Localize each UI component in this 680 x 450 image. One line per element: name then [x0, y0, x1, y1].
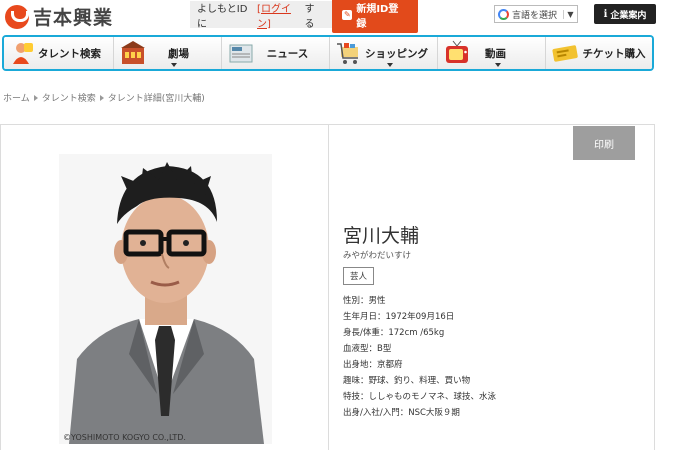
nav-item-shopping[interactable]: ショッピング — [330, 37, 438, 69]
corporate-info-label: 企業案内 — [610, 10, 647, 21]
detail-origin: 出身/入社/入門：NSC大阪９期 — [343, 408, 460, 418]
register-id-button[interactable]: ✎ 新規ID登録 — [332, 0, 418, 33]
tv-icon — [446, 40, 468, 63]
login-prompt: よしもとIDに [ログイン] する ✎ 新規ID登録 — [190, 0, 418, 33]
breadcrumb-talent-search[interactable]: タレント検索 — [42, 91, 96, 104]
detail-hometown: 出身地：京都府 — [343, 360, 403, 370]
yoshimoto-logo-icon — [5, 4, 29, 29]
photo-copyright: ©YOSHIMOTO KOGYO CO.,LTD. — [63, 433, 186, 442]
chevron-down-icon — [494, 63, 501, 67]
talent-details: 性別：男性 生年月日：1972年09月16日 身長/体重：172cm /65kg… — [343, 293, 496, 421]
detail-height-weight: 身長/体重：172cm /65kg — [343, 328, 445, 338]
talent-icon — [13, 43, 33, 64]
language-label: 言語を選択 — [512, 10, 558, 21]
talent-profile-panel: ©YOSHIMOTO KOGYO CO.,LTD. 印刷 宮川大輔 みやがわだい… — [0, 124, 655, 450]
breadcrumb-current: タレント詳細(宮川大輔) — [107, 94, 205, 104]
cart-icon — [337, 43, 358, 64]
talent-name: 宮川大輔 — [343, 225, 420, 247]
google-icon — [498, 8, 509, 20]
login-link[interactable]: [ログイン] — [257, 0, 305, 30]
panel-divider — [328, 125, 329, 450]
site-header: 吉本興業 よしもとIDに [ログイン] する ✎ 新規ID登録 言語を選択 ▼ … — [0, 0, 680, 34]
main-nav: タレント検索 劇場 ニュース ショッピング 動画 チケット購入 — [2, 35, 654, 71]
nav-label: チケット購入 — [582, 47, 646, 60]
detail-blood-type: 血液型：B型 — [343, 344, 392, 354]
nav-item-videos[interactable]: 動画 — [438, 37, 546, 69]
ticket-icon — [552, 45, 578, 62]
site-logo[interactable]: 吉本興業 — [5, 3, 113, 30]
info-icon: i — [603, 8, 608, 20]
register-label: 新規ID登録 — [356, 3, 399, 30]
category-badge: 芸人 — [343, 267, 375, 285]
print-button[interactable]: 印刷 — [573, 126, 635, 160]
talent-photo: ©YOSHIMOTO KOGYO CO.,LTD. — [59, 154, 272, 444]
chevron-down-icon — [170, 63, 177, 67]
news-icon — [229, 44, 253, 63]
nav-label: ニュース — [266, 47, 309, 60]
breadcrumb-separator-icon — [99, 94, 104, 101]
pencil-icon: ✎ — [342, 9, 353, 20]
detail-skills: 特技：ししゃものモノマネ、球技、水泳 — [343, 392, 497, 402]
breadcrumb-separator-icon — [33, 94, 38, 101]
nav-item-theater[interactable]: 劇場 — [114, 37, 222, 69]
nav-item-talent-search[interactable]: タレント検索 — [4, 37, 114, 69]
detail-hobbies: 趣味：野球、釣り、料理、買い物 — [343, 376, 471, 386]
logo-text: 吉本興業 — [33, 7, 114, 29]
chevron-down-icon: ▼ — [563, 9, 577, 19]
breadcrumb-home[interactable]: ホーム — [3, 91, 30, 104]
login-prefix: よしもとIDに — [197, 3, 248, 30]
talent-portrait-image — [59, 154, 272, 444]
nav-item-news[interactable]: ニュース — [222, 37, 330, 69]
theater-icon — [121, 41, 145, 64]
nav-label: 動画 — [485, 47, 506, 60]
talent-kana: みやがわだいすけ — [343, 251, 412, 261]
chevron-down-icon — [386, 63, 393, 67]
nav-label: タレント検索 — [38, 47, 101, 60]
detail-birthday: 生年月日：1972年09月16日 — [343, 312, 455, 322]
nav-label: ショッピング — [365, 47, 428, 60]
corporate-info-button[interactable]: i 企業案内 — [594, 4, 656, 24]
breadcrumb: ホーム タレント検索 タレント詳細(宮川大輔) — [3, 91, 205, 104]
nav-label: 劇場 — [168, 47, 189, 60]
nav-item-tickets[interactable]: チケット購入 — [546, 37, 652, 69]
detail-gender: 性別：男性 — [343, 296, 386, 306]
login-suffix: する — [304, 3, 315, 30]
language-select[interactable]: 言語を選択 ▼ — [494, 5, 578, 23]
